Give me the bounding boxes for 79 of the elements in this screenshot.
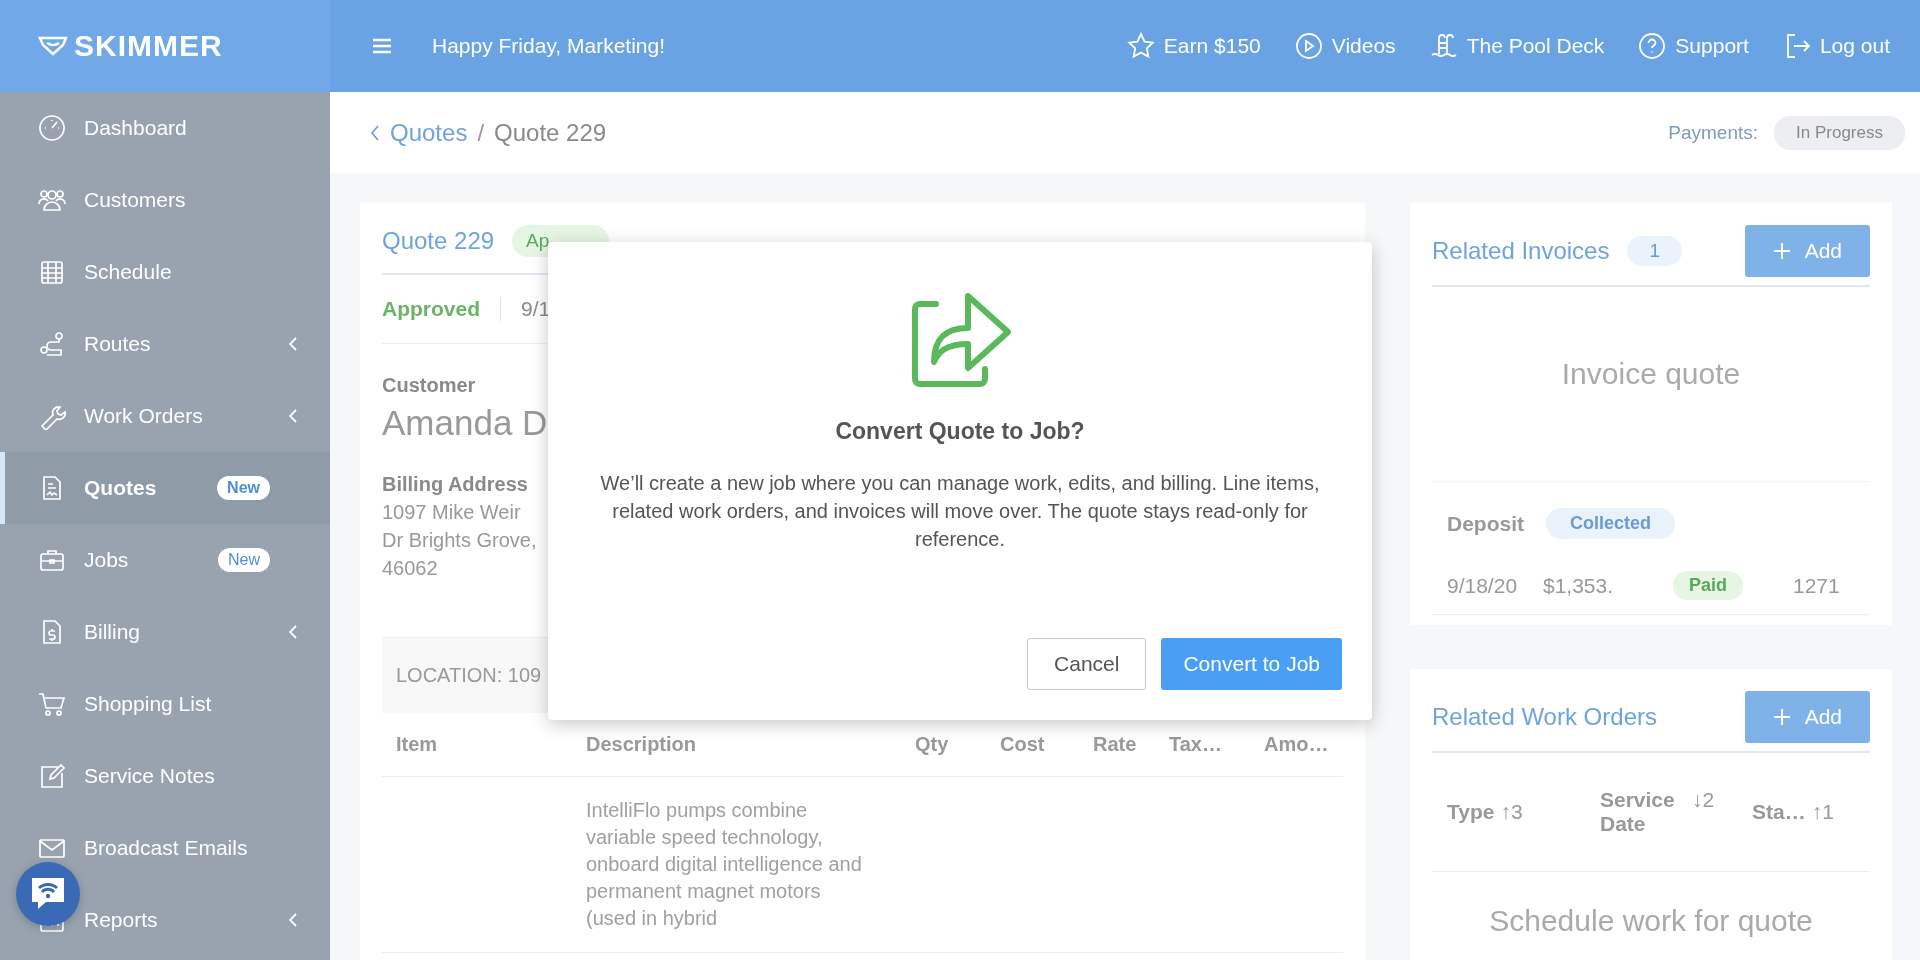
- back-icon[interactable]: [370, 123, 380, 142]
- share-arrow-icon: [910, 292, 1014, 388]
- edit-icon: [38, 762, 66, 790]
- route-icon: [38, 330, 66, 358]
- nav-link[interactable]: Videos: [1294, 32, 1396, 60]
- cart-icon: [38, 690, 66, 718]
- greeting: Happy Friday, Marketing!: [432, 34, 666, 58]
- customer-name: Amanda D: [382, 403, 548, 443]
- plus-icon: [1772, 242, 1791, 260]
- payment-status: In Progress: [1774, 115, 1905, 150]
- breadcrumb-link[interactable]: Quotes: [390, 118, 468, 147]
- column-header: Rate: [1093, 733, 1138, 756]
- dialog-title: Convert Quote to Job?: [835, 418, 1085, 445]
- column-header: Cost: [1000, 733, 1046, 756]
- cancel-button[interactable]: Cancel: [1027, 638, 1147, 690]
- logo-icon: [38, 35, 68, 57]
- table-cell: 1271: [1793, 573, 1840, 598]
- column-header[interactable]: Sta…: [1752, 800, 1806, 824]
- column-header[interactable]: Service Date: [1600, 788, 1686, 836]
- payments-label: Payments:: [1668, 121, 1759, 144]
- location-text: LOCATION: 109: [396, 664, 542, 686]
- calendar-icon: [38, 258, 66, 286]
- sidebar-item[interactable]: Work Orders: [0, 380, 330, 452]
- field-label: Billing Address: [382, 473, 528, 496]
- sidebar-item[interactable]: Service Notes: [0, 740, 330, 812]
- sidebar-item[interactable]: Billing: [0, 596, 330, 668]
- empty-message: Invoice quote: [1432, 287, 1870, 482]
- deposit-label: Deposit: [1447, 511, 1524, 536]
- pool-ladder-icon: [1429, 32, 1458, 60]
- card-title: Related Invoices: [1432, 237, 1610, 265]
- convert-button[interactable]: Convert to Job: [1161, 638, 1342, 690]
- column-header: Amo…: [1264, 733, 1329, 756]
- menu-icon[interactable]: [372, 38, 392, 54]
- quote-title: Quote 229: [382, 227, 495, 255]
- sidebar-item[interactable]: Dashboard: [0, 92, 330, 164]
- new-badge: New: [218, 548, 270, 572]
- breadcrumb-separator: /: [477, 118, 485, 147]
- field-label: Customer: [382, 374, 476, 397]
- brand-name: SKIMMER: [74, 29, 223, 63]
- quote-status: Approved: [382, 297, 480, 321]
- breadcrumb-current: Quote 229: [494, 118, 607, 147]
- column-header[interactable]: Type: [1447, 800, 1495, 824]
- plus-icon: [1772, 708, 1791, 726]
- logout-link[interactable]: Log out: [1782, 32, 1890, 60]
- card-title: Related Work Orders: [1432, 703, 1657, 731]
- add-button[interactable]: Add: [1744, 691, 1870, 743]
- deposit-status: Collected: [1546, 508, 1676, 539]
- sidebar-item[interactable]: Quotes New: [0, 452, 330, 524]
- quote-date: 9/1: [521, 297, 551, 321]
- dialog-message: We’ll create a new job where you can manage work, edits, and billing. Line items, related work orders, and invoices will move over. The quote stays read-only for reference.: [599, 471, 1321, 552]
- sidebar-item[interactable]: Shopping List: [0, 668, 330, 740]
- sort-indicator: ↓2: [1692, 788, 1715, 812]
- sort-indicator: ↑1: [1811, 800, 1834, 824]
- table-cell-text: $1,353.: [1543, 573, 1615, 598]
- sidebar-item[interactable]: Customers: [0, 164, 330, 236]
- add-button[interactable]: Add: [1744, 225, 1870, 277]
- empty-message: Schedule work for quote: [1488, 903, 1814, 939]
- star-icon: [1126, 32, 1155, 60]
- nav-link[interactable]: Earn $150: [1126, 32, 1261, 60]
- sidebar-item[interactable]: Jobs New: [0, 524, 330, 596]
- count-badge: 1: [1627, 236, 1682, 266]
- help-icon: [1638, 32, 1667, 60]
- paid-badge: Paid: [1673, 571, 1743, 600]
- billing-address: 1097 Mike Weir Dr Brights Grove, 46062: [382, 500, 537, 581]
- sidebar-item[interactable]: Schedule: [0, 236, 330, 308]
- table-cell-text: 9/18/20: [1447, 573, 1519, 598]
- nav-link[interactable]: Support: [1638, 32, 1749, 60]
- table-cell-text: IntelliFlo pumps combine variable speed technology, onboard digital intelligence and permanent magnet motors (used in hybrid: [586, 798, 863, 931]
- column-header: Description: [586, 733, 698, 756]
- column-header: Qty: [915, 733, 950, 756]
- sidebar-item[interactable]: Broadcast Emails: [0, 812, 330, 884]
- column-header: Item: [396, 733, 439, 756]
- column-header: Tax…: [1169, 733, 1223, 756]
- gauge-icon: [38, 114, 66, 142]
- sidebar-item[interactable]: Routes: [0, 308, 330, 380]
- new-badge: New: [217, 476, 270, 500]
- play-icon: [1294, 32, 1323, 60]
- sort-indicator: ↑3: [1500, 800, 1523, 824]
- nav-link[interactable]: The Pool Deck: [1429, 32, 1605, 60]
